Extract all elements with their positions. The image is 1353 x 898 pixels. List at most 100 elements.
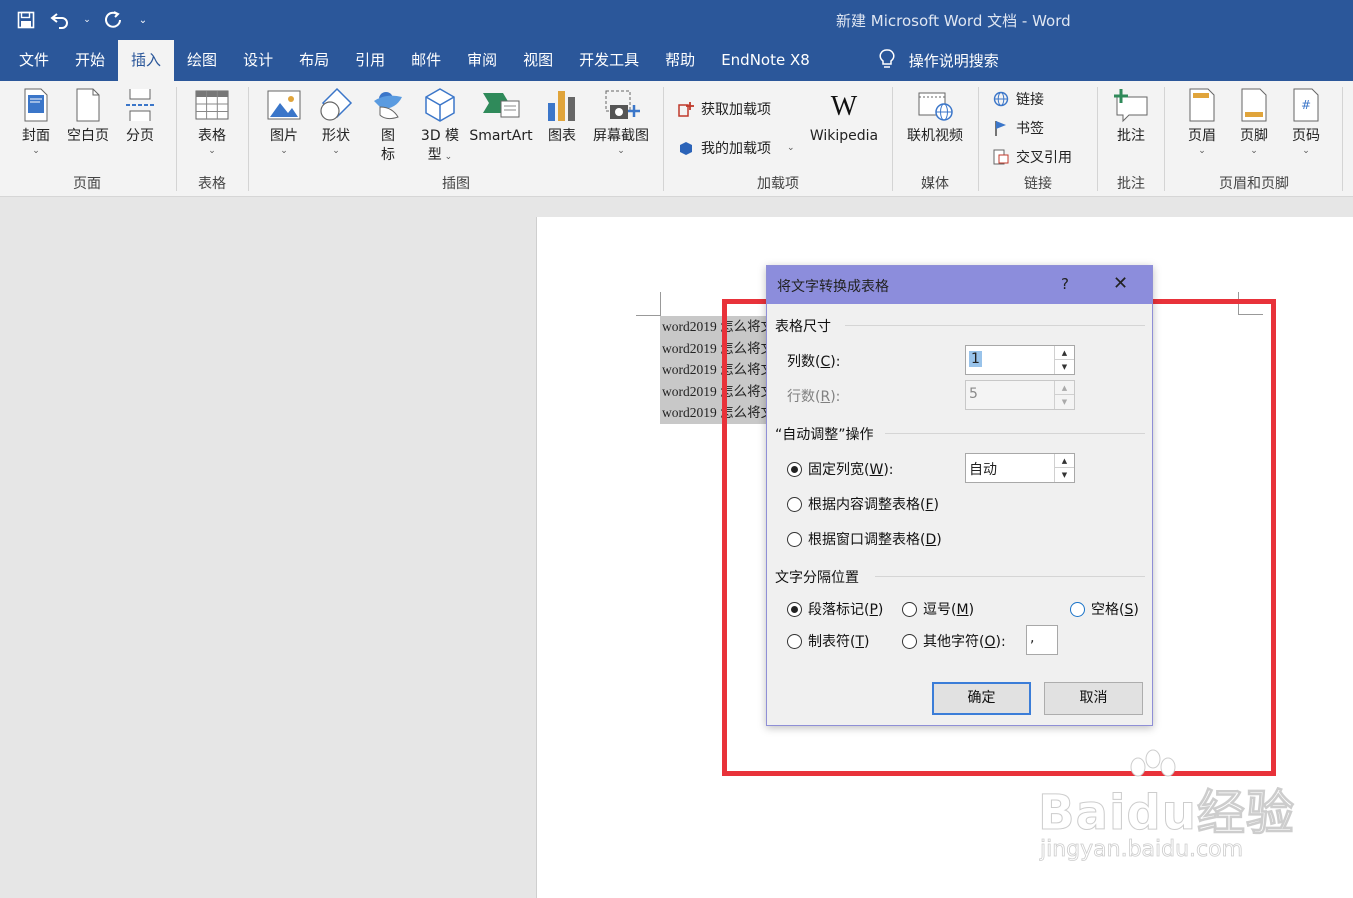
header-icon: [1189, 88, 1215, 122]
radio-other-char[interactable]: 其他字符(O):: [902, 631, 1006, 651]
save-icon[interactable]: [14, 8, 38, 32]
radio-autofit-contents[interactable]: 根据内容调整表格(F): [787, 494, 939, 514]
radio-commas[interactable]: 逗号(M): [902, 599, 974, 619]
tab-mailings[interactable]: 邮件: [398, 40, 454, 81]
section-title-separator: 文字分隔位置: [775, 570, 859, 586]
radio-label: 制表符(T): [808, 634, 870, 650]
cover-page-button[interactable]: 封面 ⌄: [16, 87, 56, 156]
section-divider: [845, 325, 1145, 326]
radio-label: 空格(S): [1091, 602, 1139, 618]
tab-view[interactable]: 视图: [510, 40, 566, 81]
quick-access-toolbar: ⌄ ⌄: [14, 8, 150, 32]
radio-paragraph-marks[interactable]: 段落标记(P): [787, 599, 883, 619]
spin-up-icon[interactable]: ▲: [1055, 346, 1074, 360]
tab-insert[interactable]: 插入: [118, 40, 175, 81]
bookmark-icon: [995, 121, 1006, 136]
other-char-input[interactable]: ,: [1026, 625, 1058, 655]
radio-tabs[interactable]: 制表符(T): [787, 631, 870, 651]
columns-spinner[interactable]: 1 ▲ ▼: [965, 345, 1075, 375]
close-icon[interactable]: ✕: [1113, 273, 1128, 294]
chart-icon: [548, 91, 575, 121]
new-comment-button[interactable]: 批注: [1109, 87, 1153, 146]
get-addins-button[interactable]: 获取加载项: [677, 99, 771, 119]
bookmark-button[interactable]: 书签: [992, 118, 1044, 138]
tab-help[interactable]: 帮助: [652, 40, 708, 81]
group-separator: [1164, 87, 1165, 191]
section-title-autofit: “自动调整”操作: [775, 427, 874, 443]
spinner-arrows: ▲ ▼: [1054, 346, 1074, 374]
columns-value[interactable]: 1: [969, 351, 982, 367]
radio-spaces[interactable]: 空格(S): [1070, 599, 1139, 619]
undo-dropdown-icon[interactable]: ⌄: [82, 8, 92, 32]
radio-fixed-column-width[interactable]: 固定列宽(W):: [787, 459, 894, 479]
group-label-illustrations: 插图: [442, 176, 470, 192]
customize-qat-icon[interactable]: ⌄: [136, 8, 150, 32]
cross-reference-icon: [993, 149, 1009, 165]
section-divider: [885, 433, 1145, 434]
online-video-button[interactable]: 联机视频: [902, 87, 968, 146]
spin-up-icon: ▲: [1055, 381, 1074, 395]
smartart-button[interactable]: SmartArt: [466, 87, 536, 146]
tab-file[interactable]: 文件: [6, 40, 62, 81]
footer-button[interactable]: 页脚 ⌄: [1232, 87, 1276, 156]
tab-home[interactable]: 开始: [62, 40, 118, 81]
wikipedia-button[interactable]: W Wikipedia: [805, 87, 883, 146]
ok-button[interactable]: 确定: [932, 682, 1031, 715]
link-button[interactable]: 链接: [992, 89, 1044, 109]
radio-label: 固定列宽(W):: [808, 462, 894, 478]
group-separator: [978, 87, 979, 191]
group-separator: [248, 87, 249, 191]
spin-down-icon[interactable]: ▼: [1055, 468, 1074, 482]
dialog-title-bar[interactable]: 将文字转换成表格 ? ✕: [767, 266, 1152, 304]
tab-design[interactable]: 设计: [230, 40, 286, 81]
rows-spinner: 5 ▲ ▼: [965, 380, 1075, 410]
page-break-button[interactable]: 分页: [118, 87, 162, 146]
rows-label: 行数(R):: [787, 389, 841, 405]
blank-page-button[interactable]: 空白页: [62, 87, 114, 146]
group-label-pages: 页面: [73, 176, 101, 192]
group-links: 链接 书签 交叉引用 链接: [980, 81, 1096, 197]
shapes-icon: [320, 87, 353, 121]
tab-draw[interactable]: 绘图: [174, 40, 230, 81]
tab-developer[interactable]: 开发工具: [566, 40, 652, 81]
tab-endnote[interactable]: EndNote X8: [708, 40, 823, 81]
tab-review[interactable]: 审阅: [454, 40, 510, 81]
tab-references[interactable]: 引用: [342, 40, 398, 81]
spin-down-icon[interactable]: ▼: [1055, 360, 1074, 374]
spin-up-icon[interactable]: ▲: [1055, 454, 1074, 468]
page-number-button[interactable]: # 页码 ⌄: [1284, 87, 1328, 156]
undo-icon[interactable]: [48, 8, 72, 32]
tell-me-search[interactable]: 操作说明搜索: [879, 48, 999, 73]
group-media: 联机视频 媒体: [894, 81, 976, 197]
3d-models-button[interactable]: 3D 模型 ⌄: [416, 87, 464, 165]
svg-text:#: #: [1301, 98, 1311, 112]
cube-icon: [425, 88, 455, 122]
lightbulb-icon: [879, 48, 895, 73]
screenshot-button[interactable]: 屏幕截图 ⌄: [588, 87, 654, 156]
crop-mark: [636, 315, 661, 316]
spinner-arrows: ▲ ▼: [1054, 454, 1074, 482]
picture-button[interactable]: 图片 ⌄: [262, 87, 306, 156]
cancel-button[interactable]: 取消: [1044, 682, 1143, 715]
icons-button[interactable]: 图标: [366, 87, 410, 165]
online-video-icon: [918, 92, 953, 121]
table-button[interactable]: 表格 ⌄: [190, 87, 234, 156]
rows-value: 5: [969, 386, 978, 402]
chart-button[interactable]: 图表: [542, 87, 582, 146]
radio-autofit-window[interactable]: 根据窗口调整表格(D): [787, 529, 942, 549]
group-addins: 获取加载项 我的加载项 ⌄ W Wikipedia 加载项: [665, 81, 891, 197]
header-button[interactable]: 页眉 ⌄: [1180, 87, 1224, 156]
link-icon: [993, 91, 1009, 107]
shapes-button[interactable]: 形状 ⌄: [314, 87, 358, 156]
my-addins-button[interactable]: 我的加载项 ⌄: [677, 138, 795, 158]
tab-layout[interactable]: 布局: [286, 40, 342, 81]
help-icon[interactable]: ?: [1061, 275, 1069, 293]
screenshot-icon: [605, 90, 640, 119]
column-width-spinner[interactable]: 自动 ▲ ▼: [965, 453, 1075, 483]
crop-mark: [660, 292, 661, 316]
redo-icon[interactable]: [102, 8, 126, 32]
cross-reference-button[interactable]: 交叉引用: [992, 147, 1072, 167]
wikipedia-icon: W: [830, 91, 858, 122]
footer-icon: [1241, 88, 1267, 122]
column-width-value[interactable]: 自动: [969, 459, 997, 479]
